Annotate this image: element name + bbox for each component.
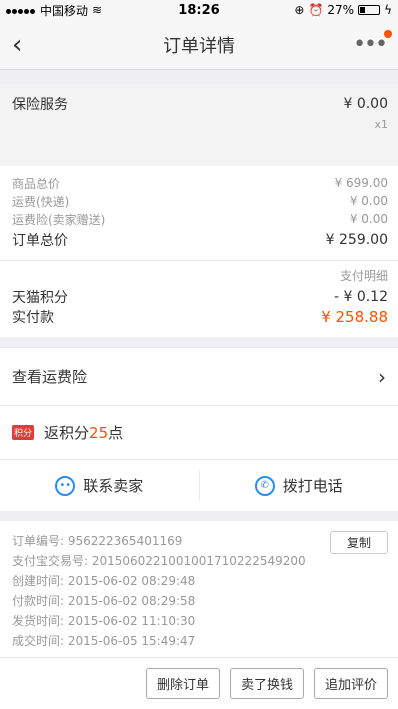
- insurance-name: 保险服务: [12, 97, 68, 113]
- completed-time: 成交时间: 2015-06-05 15:49:47: [12, 634, 196, 648]
- insurance-service[interactable]: 保险服务 ¥ 0.00 x1: [0, 84, 398, 166]
- shipped-time: 发货时间: 2015-06-02 11:10:30: [12, 614, 196, 628]
- alipay-trade-number: 支付宝交易号: 2015060221001001710222549200: [12, 554, 306, 568]
- clock: 18:26: [178, 2, 220, 18]
- call-phone-button[interactable]: ✆ 拨打电话: [200, 460, 398, 511]
- insurance-qty: x1: [374, 118, 388, 131]
- copy-button[interactable]: 复制: [329, 531, 388, 554]
- tmall-points-row: 天猫积分 - ¥ 0.12: [12, 289, 388, 306]
- delete-order-button[interactable]: 删除订单: [145, 668, 220, 699]
- view-freight-insurance[interactable]: 查看运费险 ›: [0, 347, 398, 405]
- resell-button[interactable]: 卖了换钱: [229, 668, 304, 699]
- contact-seller-button[interactable]: •• 联系卖家: [0, 460, 199, 511]
- status-bar: 中国移动 ≋ 18:26 ⊕ ⏰ 27% ϟ: [0, 0, 398, 20]
- cost-row: 运费险(卖家赠送) ¥ 0.00: [12, 212, 388, 227]
- add-review-button[interactable]: 追加评价: [313, 668, 388, 699]
- points-count: 25: [89, 423, 109, 442]
- created-time: 创建时间: 2015-06-02 08:29:48: [12, 574, 196, 588]
- paid-time: 付款时间: 2015-06-02 08:29:58: [12, 594, 196, 608]
- payment-detail: 支付明细 天猫积分 - ¥ 0.12 实付款 ¥ 258.88: [0, 261, 398, 337]
- phone-icon: ✆: [254, 475, 275, 496]
- points-badge: 积分: [12, 425, 35, 440]
- signal-icon: [6, 3, 36, 17]
- order-info: 复制 订单编号: 956222365401169 支付宝交易号: 2015060…: [0, 521, 398, 661]
- battery-percent: 27%: [327, 3, 355, 17]
- payment-detail-label: 支付明细: [339, 269, 388, 283]
- notification-dot: [384, 30, 392, 38]
- alarm-icon: ⏰: [308, 3, 324, 17]
- cost-row: 运费(快递) ¥ 0.00: [12, 194, 388, 209]
- order-total-value: ¥ 259.00: [325, 232, 388, 248]
- battery-icon: [358, 5, 381, 15]
- actual-payment-row: 实付款 ¥ 258.88: [12, 308, 388, 326]
- action-bar: 删除订单 卖了换钱 追加评价: [0, 657, 398, 709]
- order-total-row: 订单总价 ¥ 259.00: [12, 228, 388, 252]
- cost-summary: 商品总价 ¥ 699.00 运费(快递) ¥ 0.00 运费险(卖家赠送) ¥ …: [0, 166, 398, 261]
- charging-icon: ϟ: [384, 3, 392, 17]
- carrier-label: 中国移动: [40, 3, 89, 18]
- page-title: 订单详情: [163, 35, 235, 57]
- chat-icon: ••: [55, 475, 76, 496]
- points-reward: 积分 返积分 25 点: [0, 405, 398, 459]
- freight-insurance-label: 查看运费险: [12, 368, 88, 386]
- actual-payment-value: ¥ 258.88: [321, 308, 388, 326]
- nav-bar: ‹ 订单详情 •••: [0, 20, 398, 70]
- insurance-price: ¥ 0.00: [343, 96, 388, 112]
- cost-row: 商品总价 ¥ 699.00: [12, 176, 388, 191]
- order-total-label: 订单总价: [12, 233, 68, 249]
- more-icon[interactable]: •••: [353, 30, 392, 57]
- lock-rotation-icon: ⊕: [294, 3, 305, 17]
- chevron-right-icon: ›: [378, 364, 386, 389]
- back-icon[interactable]: ‹: [12, 32, 22, 58]
- wifi-icon: ≋: [92, 3, 103, 17]
- contact-bar: •• 联系卖家 ✆ 拨打电话: [0, 459, 398, 511]
